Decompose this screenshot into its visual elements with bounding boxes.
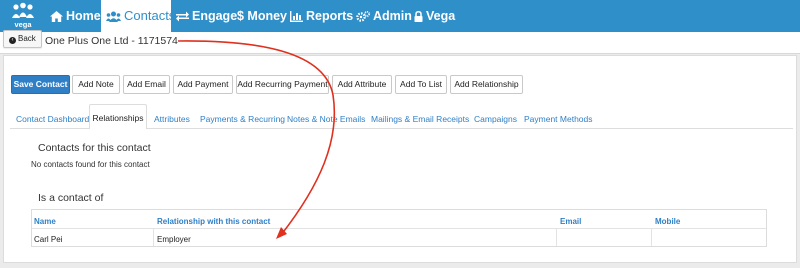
back-button[interactable]: ‹ Back <box>3 30 42 48</box>
gears-icon <box>356 10 371 22</box>
column-header-relationship[interactable]: Relationship with this contact <box>157 217 270 226</box>
nav-admin[interactable]: Admin <box>356 0 412 32</box>
exchange-arrows-icon <box>176 11 189 22</box>
is-contact-of-heading: Is a contact of <box>38 192 104 204</box>
home-icon <box>50 11 63 22</box>
table-cell-relationship: Employer <box>157 235 191 244</box>
add-email-button[interactable]: Add Email <box>123 75 170 94</box>
nav-contacts[interactable]: Contacts <box>101 0 175 32</box>
nav-admin-label: Admin <box>373 9 412 23</box>
tab-payment-methods[interactable]: Payment Methods <box>524 110 593 128</box>
table-cell-name[interactable]: Carl Pei <box>34 235 62 244</box>
back-button-label: Back <box>18 34 36 43</box>
bar-chart-icon <box>290 11 303 22</box>
table-column-divider <box>651 229 652 246</box>
nav-reports-label: Reports <box>306 9 354 23</box>
add-payment-button[interactable]: Add Payment <box>173 75 233 94</box>
nav-reports[interactable]: Reports <box>290 0 353 32</box>
add-note-button[interactable]: Add Note <box>72 75 120 94</box>
contact-title: One Plus One Ltd - 1171574 <box>45 35 178 47</box>
add-attribute-button[interactable]: Add Attribute <box>332 75 392 94</box>
nav-money[interactable]: $ Money <box>237 0 287 32</box>
nav-home[interactable]: Home <box>50 0 101 32</box>
add-to-list-button[interactable]: Add To List <box>395 75 447 94</box>
tab-campaigns[interactable]: Campaigns <box>474 110 517 128</box>
nav-engage[interactable]: Engage <box>176 0 237 32</box>
tab-contact-dashboard[interactable]: Contact Dashboard <box>16 110 89 128</box>
top-navbar: vega Home Contacts Engage $ Money Report… <box>0 0 800 32</box>
tab-mailings-email-receipts[interactable]: Mailings & Email Receipts <box>371 110 469 128</box>
nav-contacts-label: Contacts <box>124 8 176 23</box>
table-column-divider <box>153 229 154 246</box>
tab-relationships[interactable]: Relationships <box>89 104 147 129</box>
tab-payments-recurring[interactable]: Payments & Recurring <box>200 110 285 128</box>
add-recurring-payment-button[interactable]: Add Recurring Payment <box>236 75 329 94</box>
is-contact-of-table: Name Relationship with this contact Emai… <box>31 209 767 247</box>
contacts-for-contact-heading: Contacts for this contact <box>38 142 151 154</box>
tab-notes-note-emails[interactable]: Notes & Note Emails <box>287 110 365 128</box>
table-header-divider <box>32 228 766 229</box>
tab-attributes[interactable]: Attributes <box>154 110 190 128</box>
save-contact-button[interactable]: Save Contact <box>11 75 70 94</box>
logo-text: vega <box>14 20 32 29</box>
nav-engage-label: Engage <box>192 9 238 23</box>
nav-money-label: $ Money <box>237 9 288 23</box>
lock-icon <box>414 11 423 22</box>
nav-home-label: Home <box>66 9 101 23</box>
nav-vega-label: Vega <box>426 9 456 23</box>
circle-left-arrow-icon: ‹ <box>9 37 16 44</box>
vega-logo[interactable]: vega <box>10 2 36 30</box>
column-header-mobile[interactable]: Mobile <box>655 217 680 226</box>
table-column-divider <box>556 229 557 246</box>
column-header-email[interactable]: Email <box>560 217 581 226</box>
add-relationship-button[interactable]: Add Relationship <box>450 75 523 94</box>
no-contacts-message: No contacts found for this contact <box>31 160 150 169</box>
column-header-name[interactable]: Name <box>34 217 56 226</box>
users-icon <box>106 11 121 22</box>
nav-vega[interactable]: Vega <box>414 0 455 32</box>
